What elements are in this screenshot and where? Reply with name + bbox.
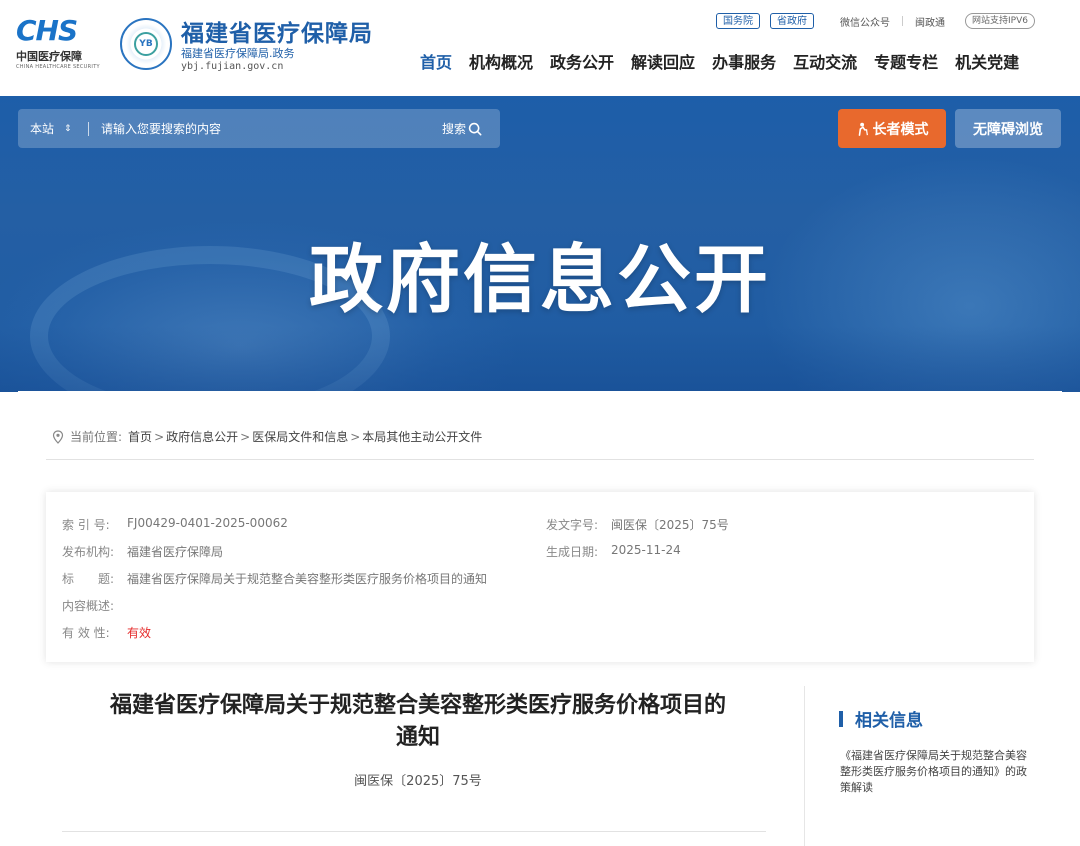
meta-title-value: 福建省医疗保障局关于规范整合美容整形类医疗服务价格项目的通知 xyxy=(127,572,488,586)
nav-home[interactable]: 首页 xyxy=(420,52,452,74)
state-council-link[interactable]: 国务院 xyxy=(716,13,760,29)
top-links: 国务院 省政府 微信公众号 闽政通 网站支持IPV6 xyxy=(716,12,1035,30)
banner-title: 政府信息公开 xyxy=(309,237,771,323)
meta-org-value: 福建省医疗保障局 xyxy=(127,545,224,559)
elder-person-icon xyxy=(858,122,868,136)
nav-interaction[interactable]: 互动交流 xyxy=(793,52,857,74)
wechat-link[interactable]: 微信公众号 xyxy=(840,14,890,29)
breadcrumb-other-docs[interactable]: 本局其他主动公开文件 xyxy=(362,428,482,445)
meta-index-label: 索 引 号: xyxy=(62,518,110,532)
document-title-line1: 福建省医疗保障局关于规范整合美容整形类医疗服务价格项目的 xyxy=(109,693,726,718)
related-info-link[interactable]: 《福建省医疗保障局关于规范整合美容整形类医疗服务价格项目的通知》的政策解读 xyxy=(840,748,1036,796)
breadcrumb-separator: > xyxy=(240,429,251,444)
meta-org-row: 发布机构: 福建省医疗保障局 xyxy=(62,543,223,560)
chs-logo-cn: 中国医疗保障 xyxy=(16,50,82,63)
meta-summary-row: 内容概述: xyxy=(62,597,127,614)
meta-title-label: 标 题: xyxy=(62,572,115,586)
related-info-title: 相关信息 xyxy=(855,711,923,731)
meta-summary-label: 内容概述: xyxy=(62,599,115,613)
nav-gov-affairs[interactable]: 政务公开 xyxy=(550,52,614,74)
meta-valid-row: 有 效 性: 有效 xyxy=(62,624,151,641)
bureau-seal-icon: YB xyxy=(120,18,172,70)
search-button-label: 搜索 xyxy=(441,122,466,136)
document-title: 福建省医疗保障局关于规范整合美容整形类医疗服务价格项目的 通知 xyxy=(48,690,788,754)
search-scope-label: 本站 xyxy=(30,122,55,136)
breadcrumb-bureau-docs[interactable]: 医保局文件和信息 xyxy=(252,428,348,445)
banner-shade xyxy=(0,326,1080,392)
related-info-header: 相关信息 xyxy=(839,706,923,731)
chs-logo[interactable]: CHS 中国医疗保障 CHINA HEALTHCARE SECURITY xyxy=(16,16,100,72)
related-info-accent xyxy=(839,710,843,727)
breadcrumb-separator: > xyxy=(350,429,361,444)
site-title[interactable]: 福建省医疗保障局 xyxy=(181,14,373,48)
meta-docno-label: 发文字号: xyxy=(546,518,599,532)
nav-services[interactable]: 办事服务 xyxy=(712,52,776,74)
meta-valid-label: 有 效 性: xyxy=(62,626,110,640)
search-button[interactable]: 搜索 xyxy=(442,120,482,137)
breadcrumb-label: 当前位置: xyxy=(70,430,123,444)
breadcrumb-gov-info[interactable]: 政府信息公开 xyxy=(166,428,238,445)
document-metadata-box: 索 引 号: FJ00429-0401-2025-00062 发文字号: 闽医保… xyxy=(46,492,1034,662)
meta-title-row: 标 题: 福建省医疗保障局关于规范整合美容整形类医疗服务价格项目的通知 xyxy=(62,570,487,587)
meta-date-row: 生成日期: 2025-11-24 xyxy=(546,543,681,560)
meta-docno-row: 发文字号: 闽医保〔2025〕75号 xyxy=(546,516,729,533)
breadcrumb-divider xyxy=(46,459,1034,460)
chs-logo-mark: CHS xyxy=(16,14,78,47)
search-icon xyxy=(468,122,482,135)
site-url: ybj.fujian.gov.cn xyxy=(181,61,284,72)
breadcrumb-home[interactable]: 首页 xyxy=(128,428,152,445)
document-divider xyxy=(62,831,766,832)
updown-arrow-icon: ⇕ xyxy=(64,123,72,134)
seal-inner-text: YB xyxy=(134,32,158,56)
meta-docno-value: 闽医保〔2025〕75号 xyxy=(611,518,729,532)
breadcrumb-separator: > xyxy=(154,429,165,444)
location-pin-icon xyxy=(52,429,64,444)
search-bar: 本站 ⇕ 搜索 xyxy=(18,109,500,148)
search-scope-select[interactable]: 本站 ⇕ xyxy=(30,120,88,137)
nav-topics[interactable]: 专题专栏 xyxy=(874,52,938,74)
provincial-gov-link[interactable]: 省政府 xyxy=(770,13,814,29)
nav-interpretation[interactable]: 解读回应 xyxy=(631,52,695,74)
document-title-line2: 通知 xyxy=(395,725,440,750)
accessibility-button[interactable]: 无障碍浏览 xyxy=(955,109,1061,148)
main-nav: 首页 机构概况 政务公开 解读回应 办事服务 互动交流 专题专栏 机关党建 xyxy=(420,52,1019,74)
top-link-divider xyxy=(902,16,903,26)
search-input[interactable] xyxy=(101,121,442,136)
meta-index-row: 索 引 号: FJ00429-0401-2025-00062 xyxy=(62,516,288,533)
meta-date-value: 2025-11-24 xyxy=(611,543,681,557)
breadcrumb: 当前位置: 首页 > 政府信息公开 > 医保局文件和信息 > 本局其他主动公开文… xyxy=(52,428,482,445)
search-divider xyxy=(88,121,89,136)
hero-banner: 本站 ⇕ 搜索 长者模式 无障碍浏览 政府信息公开 xyxy=(0,96,1080,392)
meta-index-value: FJ00429-0401-2025-00062 xyxy=(127,516,288,530)
document-number: 闽医保〔2025〕75号 xyxy=(354,774,482,789)
ipv6-badge: 网站支持IPV6 xyxy=(965,13,1035,29)
meta-org-label: 发布机构: xyxy=(62,545,115,559)
meta-valid-value: 有效 xyxy=(127,626,152,640)
elder-mode-label: 长者模式 xyxy=(872,121,929,138)
accessibility-label: 无障碍浏览 xyxy=(973,121,1043,138)
content-panel: 当前位置: 首页 > 政府信息公开 > 医保局文件和信息 > 本局其他主动公开文… xyxy=(18,391,1062,846)
sidebar-divider xyxy=(804,686,805,846)
nav-party[interactable]: 机关党建 xyxy=(955,52,1019,74)
meta-date-label: 生成日期: xyxy=(546,545,599,559)
site-header: CHS 中国医疗保障 CHINA HEALTHCARE SECURITY YB … xyxy=(0,0,1080,96)
minzhengtong-link[interactable]: 闽政通 xyxy=(915,14,945,29)
elder-mode-button[interactable]: 长者模式 xyxy=(838,109,946,148)
site-subtitle: 福建省医疗保障局.政务 xyxy=(181,47,295,60)
nav-overview[interactable]: 机构概况 xyxy=(469,52,533,74)
chs-logo-en: CHINA HEALTHCARE SECURITY xyxy=(16,64,100,70)
